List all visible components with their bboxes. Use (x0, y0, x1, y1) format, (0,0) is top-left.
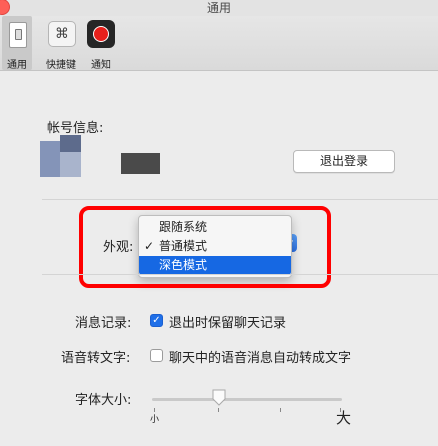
account-info-label: 帐号信息: (47, 121, 104, 136)
slider-tick (218, 408, 219, 412)
account-name-redacted (121, 153, 160, 174)
auto-transcribe-checkbox[interactable] (150, 349, 163, 362)
window-title: 通用 (206, 1, 231, 15)
title-bar: 通用 (0, 0, 438, 16)
general-switch-icon (9, 22, 27, 48)
section-divider (42, 199, 438, 200)
font-size-max-label: 大 (336, 409, 352, 427)
keep-history-checkbox-label[interactable]: 退出时保留聊天记录 (169, 312, 286, 331)
toolbar-tab-shortcuts[interactable]: ⌘ 快捷键 (46, 16, 76, 71)
keep-history-checkbox[interactable]: ✓ (150, 314, 163, 327)
font-size-min-label: 小 (150, 415, 160, 425)
section-divider (42, 274, 438, 275)
speech-to-text-label: 语音转文字: (61, 351, 131, 366)
font-size-slider-knob[interactable] (212, 389, 226, 406)
message-history-label: 消息记录: (75, 316, 132, 331)
preferences-toolbar: 通用 ⌘ 快捷键 通知 (0, 16, 438, 71)
toolbar-tab-notifications[interactable]: 通知 (86, 16, 116, 71)
annotation-highlight-box (79, 206, 331, 288)
font-size-slider-track[interactable] (152, 398, 342, 401)
command-key-icon: ⌘ (48, 21, 76, 47)
logout-button[interactable]: 退出登录 (293, 150, 395, 173)
slider-tick (280, 408, 281, 412)
toolbar-tab-general[interactable]: 通用 (2, 16, 32, 71)
font-size-label: 字体大小: (75, 393, 132, 408)
avatar (40, 135, 81, 177)
toolbar-tab-notifications-label: 通知 (91, 60, 111, 71)
toolbar-tab-general-label: 通用 (7, 60, 27, 71)
auto-transcribe-checkbox-label[interactable]: 聊天中的语音消息自动转成文字 (169, 347, 351, 366)
toolbar-tab-shortcuts-label: 快捷键 (46, 60, 76, 71)
record-dot-icon (87, 20, 115, 48)
